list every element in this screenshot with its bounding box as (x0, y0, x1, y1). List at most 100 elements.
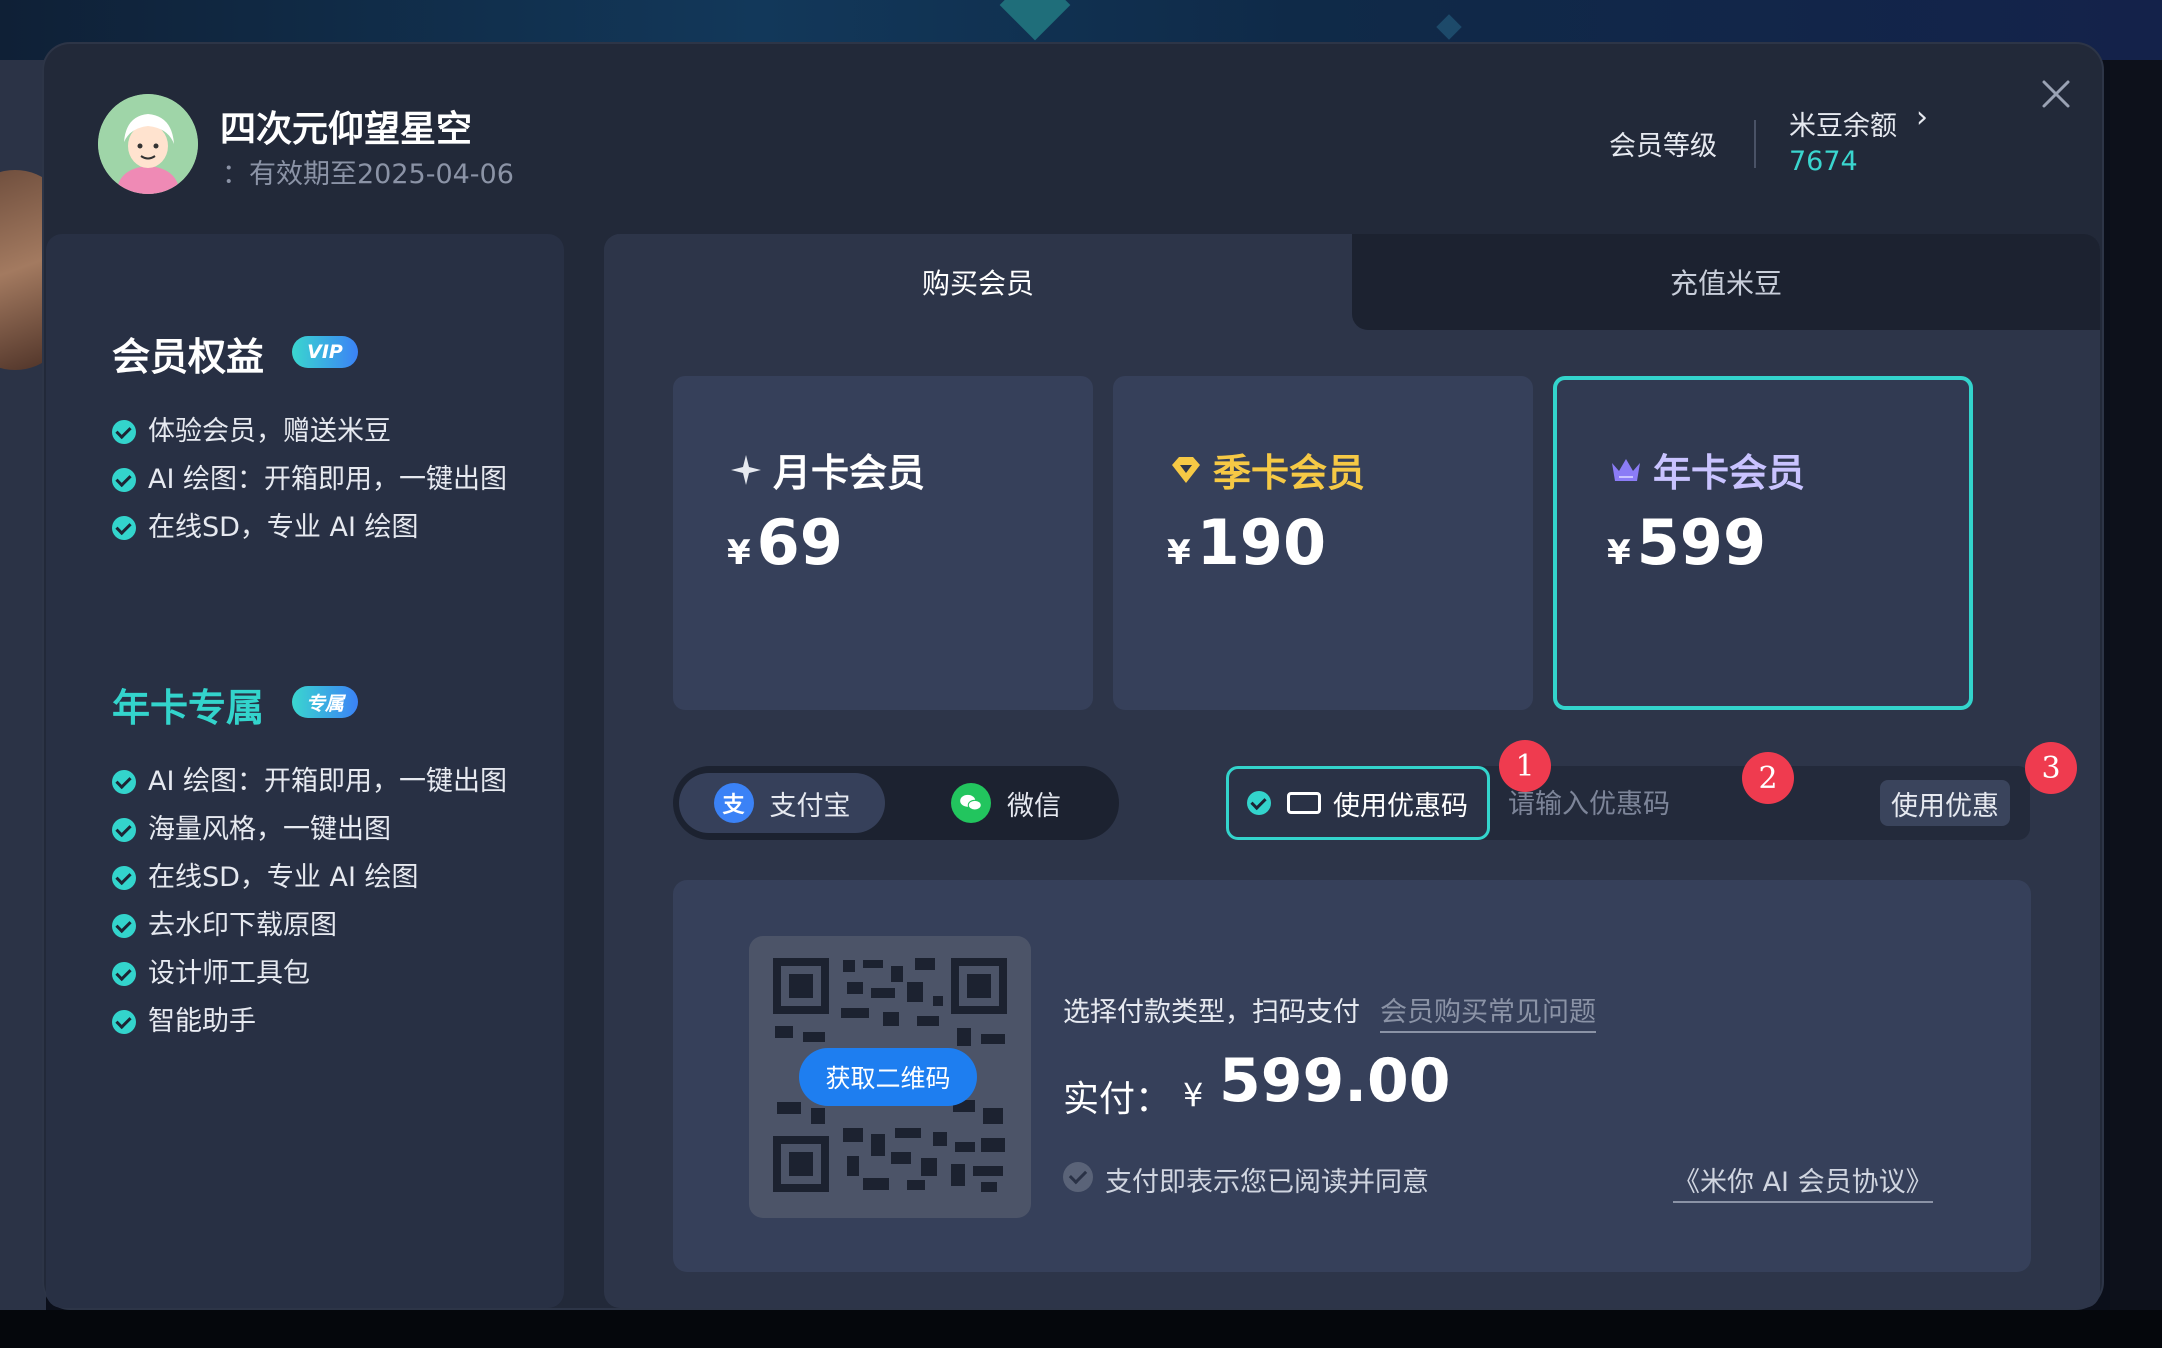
check-icon (112, 866, 136, 890)
ticket-icon (1287, 792, 1321, 814)
annotation-marker: 2 (1742, 752, 1794, 804)
diamond-icon (1172, 456, 1200, 483)
exclusive-badge: 专属 (292, 686, 358, 718)
currency-symbol: ¥ (1607, 533, 1631, 573)
sparkle-icon (731, 454, 761, 485)
payment-hint: 选择付款类型，扫码支付 (1063, 997, 1360, 1028)
price-amount: 599 (1636, 506, 1767, 579)
list-item: 在线SD，专业 AI 绘图 (112, 860, 512, 896)
check-icon (112, 914, 136, 938)
benefit-text: 在线SD，专业 AI 绘图 (148, 512, 419, 543)
benefit-text: 体验会员，赠送米豆 (148, 416, 391, 447)
benefit-text: 去水印下载原图 (148, 910, 337, 941)
tab-buy-membership[interactable]: 购买会员 (604, 234, 1352, 330)
list-item: 设计师工具包 (112, 956, 512, 992)
annual-benefits-list: AI 绘图：开箱即用，一键出图 海量风格，一键出图 在线SD，专业 AI 绘图 … (112, 764, 512, 1052)
check-icon (1247, 791, 1271, 815)
agreement-link[interactable]: 《米你 AI 会员协议》 (1673, 1160, 1933, 1203)
annotation-marker: 1 (1499, 740, 1551, 792)
plan-price: ¥190 (1167, 506, 1326, 579)
use-coupon-label: 使用优惠码 (1333, 790, 1468, 822)
check-icon (112, 516, 136, 540)
benefits-title: 会员权益 (112, 335, 265, 379)
alipay-option[interactable]: 支 支付宝 (679, 773, 885, 833)
close-icon (2042, 80, 2070, 108)
get-qr-code-button[interactable]: 获取二维码 (799, 1048, 977, 1106)
plan-price: ¥599 (1607, 506, 1766, 579)
balance-value: 7674 (1789, 146, 1858, 177)
currency-symbol: ¥ (727, 533, 751, 573)
benefit-text: 设计师工具包 (148, 958, 310, 989)
tab-recharge-midou[interactable]: 充值米豆 (1352, 234, 2100, 330)
check-icon (112, 962, 136, 986)
plan-name: 季卡会员 (1213, 451, 1366, 495)
avatar (98, 94, 198, 194)
header-divider (1754, 120, 1756, 168)
plan-title: 月卡会员 (729, 442, 925, 497)
check-icon (112, 770, 136, 794)
benefit-text: 智能助手 (148, 1006, 256, 1037)
currency-symbol: ¥ (1167, 533, 1191, 573)
benefit-text: AI 绘图：开箱即用，一键出图 (148, 766, 508, 797)
wechat-option[interactable]: 微信 (903, 773, 1109, 833)
checkout-panel: 获取二维码 选择付款类型，扫码支付 会员购买常见问题 实付： ¥ 599.00 … (673, 880, 2031, 1272)
plan-card-annual[interactable]: 年卡会员 ¥599 (1553, 376, 1973, 710)
coupon-row: 使用优惠码 使用优惠 (1226, 766, 2030, 840)
dialog-header: 四次元仰望星空 ：有效期至2025-04-06 会员等级 米豆余额 › 7674 (44, 44, 2102, 234)
background-panel (2110, 60, 2162, 1348)
price-amount: 190 (1196, 506, 1327, 579)
price-amount: 69 (756, 506, 843, 579)
plan-name: 月卡会员 (773, 451, 926, 495)
check-icon (112, 468, 136, 492)
benefits-list: 体验会员，赠送米豆 AI 绘图：开箱即用，一键出图 在线SD，专业 AI 绘图 (112, 414, 512, 558)
paid-label: 实付： (1063, 1079, 1172, 1120)
list-item: 智能助手 (112, 1004, 512, 1040)
membership-expiry: ：有效期至2025-04-06 (222, 159, 514, 190)
plan-title: 年卡会员 (1609, 442, 1805, 497)
qr-code: 获取二维码 (749, 936, 1031, 1218)
apply-coupon-button[interactable]: 使用优惠 (1880, 780, 2010, 826)
wechat-icon (951, 783, 991, 823)
list-item: 海量风格，一键出图 (112, 812, 512, 848)
use-coupon-toggle[interactable]: 使用优惠码 (1226, 766, 1490, 840)
plan-title: 季卡会员 (1169, 442, 1365, 497)
wechat-label: 微信 (1007, 790, 1061, 822)
benefit-text: AI 绘图：开箱即用，一键出图 (148, 464, 508, 495)
member-level-link[interactable]: 会员等级 (1609, 124, 1717, 163)
alipay-label: 支付宝 (769, 790, 851, 822)
vip-badge: VIP (292, 336, 358, 368)
plan-card-monthly[interactable]: 月卡会员 ¥69 (673, 376, 1093, 710)
check-icon (112, 1010, 136, 1034)
background-panel (0, 1310, 2162, 1348)
list-item: AI 绘图：开箱即用，一键出图 (112, 462, 512, 498)
annotation-marker: 3 (2025, 742, 2077, 794)
list-item: 在线SD，专业 AI 绘图 (112, 510, 512, 546)
close-button[interactable] (2034, 72, 2078, 116)
faq-link[interactable]: 会员购买常见问题 (1380, 990, 1596, 1033)
payment-method-toggle: 支 支付宝 微信 (673, 766, 1119, 840)
balance-link[interactable]: 米豆余额 (1789, 104, 1897, 143)
username: 四次元仰望星空 (220, 109, 473, 150)
plan-name: 年卡会员 (1653, 451, 1806, 495)
list-item: 去水印下载原图 (112, 908, 512, 944)
coupon-code-input[interactable] (1506, 780, 1870, 828)
list-item: 体验会员，赠送米豆 (112, 414, 512, 450)
check-icon (112, 818, 136, 842)
plan-price: ¥69 (727, 506, 843, 579)
crown-icon (1612, 458, 1640, 481)
agreement-checkbox[interactable] (1063, 1162, 1093, 1192)
purchase-panel: 购买会员 充值米豆 月卡会员 ¥69 季卡会员 ¥190 年卡会员 ¥599 支… (604, 234, 2100, 1308)
paid-currency: ¥ (1183, 1076, 1204, 1114)
alipay-icon: 支 (713, 783, 754, 823)
chevron-right-icon[interactable]: › (1916, 100, 1928, 135)
benefit-text: 海量风格，一键出图 (148, 814, 391, 845)
plan-card-quarterly[interactable]: 季卡会员 ¥190 (1113, 376, 1533, 710)
benefits-sidebar: 会员权益 VIP 体验会员，赠送米豆 AI 绘图：开箱即用，一键出图 在线SD，… (46, 234, 564, 1308)
paid-amount: 599.00 (1219, 1046, 1451, 1116)
list-item: AI 绘图：开箱即用，一键出图 (112, 764, 512, 800)
agreement-text: 支付即表示您已阅读并同意 (1105, 1167, 1429, 1198)
annual-benefits-title: 年卡专属 (112, 686, 265, 730)
check-icon (112, 420, 136, 444)
membership-dialog: 四次元仰望星空 ：有效期至2025-04-06 会员等级 米豆余额 › 7674… (44, 44, 2102, 1308)
benefit-text: 在线SD，专业 AI 绘图 (148, 862, 419, 893)
